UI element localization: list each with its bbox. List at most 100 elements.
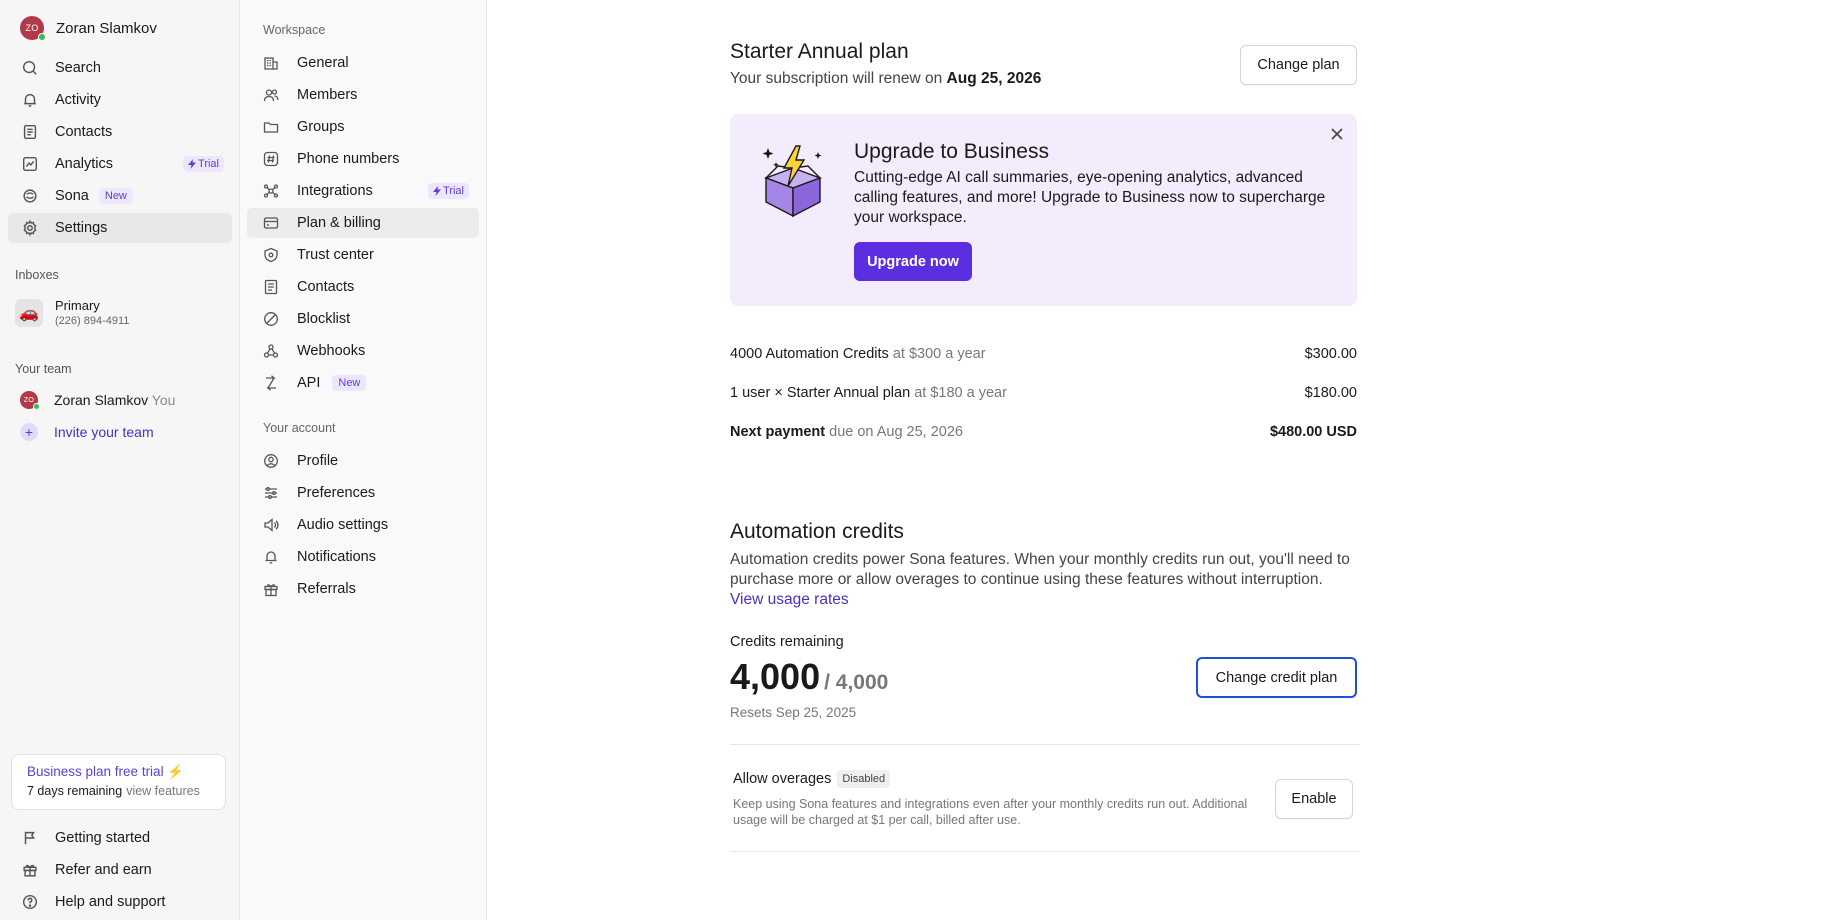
trial-days-remaining: 7 days remaining xyxy=(27,784,123,798)
settings-profile[interactable]: Profile xyxy=(247,446,479,476)
settings-blocklist-label: Blocklist xyxy=(297,311,351,327)
nav-contacts[interactable]: Contacts xyxy=(8,117,232,147)
divider xyxy=(730,744,1359,745)
nav-search[interactable]: Search xyxy=(8,53,232,83)
settings-referrals-label: Referrals xyxy=(297,581,356,597)
settings-general-label: General xyxy=(297,55,349,71)
settings-plan-billing[interactable]: Plan & billing xyxy=(247,208,479,238)
nav-activity[interactable]: Activity xyxy=(8,85,232,115)
settings-members-label: Members xyxy=(297,87,358,103)
settings-phone-numbers[interactable]: Phone numbers xyxy=(247,144,479,174)
team-member[interactable]: ZO Zoran Slamkov You xyxy=(20,391,175,410)
workspace-settings-list: General Members Groups Phone numbers Int… xyxy=(247,48,479,400)
footer-nav: Getting started Refer and earn Help and … xyxy=(8,823,232,919)
settings-webhooks[interactable]: Webhooks xyxy=(247,336,479,366)
credits-remaining-value: 4,000 / 4,000 xyxy=(730,656,888,698)
credits-reset-date: Resets Sep 25, 2025 xyxy=(730,705,857,720)
integrations-icon xyxy=(263,184,279,198)
upgrade-now-button[interactable]: Upgrade now xyxy=(854,242,972,281)
settings-plan-billing-label: Plan & billing xyxy=(297,215,381,231)
settings-general[interactable]: General xyxy=(247,48,479,78)
divider xyxy=(730,851,1359,852)
nav-help[interactable]: Help and support xyxy=(8,887,232,917)
settings-webhooks-label: Webhooks xyxy=(297,343,366,359)
settings-referrals[interactable]: Referrals xyxy=(247,574,479,604)
settings-contacts[interactable]: Contacts xyxy=(247,272,479,302)
gift-box-lightning-icon xyxy=(762,145,823,218)
nav-refer[interactable]: Refer and earn xyxy=(8,855,232,885)
team-member-name: Zoran Slamkov xyxy=(54,392,149,408)
profile-icon xyxy=(264,454,278,468)
close-icon[interactable] xyxy=(1329,126,1345,142)
promo-description: Cutting-edge AI call summaries, eye-open… xyxy=(854,169,1326,226)
line-amount: $300.00 xyxy=(1304,346,1357,362)
user-menu[interactable]: ZO Zoran Slamkov xyxy=(20,16,157,41)
change-credit-plan-button[interactable]: Change credit plan xyxy=(1196,657,1357,698)
line-rate: at $300 a year xyxy=(892,346,986,362)
car-icon: 🚗 xyxy=(15,298,43,327)
block-icon xyxy=(264,312,278,326)
settings-integrations[interactable]: Integrations Trial xyxy=(247,176,479,206)
view-usage-rates-link[interactable]: View usage rates xyxy=(730,591,849,608)
line-label: 4000 Automation Credits xyxy=(730,346,889,362)
settings-contacts-label: Contacts xyxy=(297,279,355,295)
settings-blocklist[interactable]: Blocklist xyxy=(247,304,479,334)
building-icon xyxy=(264,57,278,70)
webhook-icon xyxy=(263,344,279,358)
inbox-primary[interactable]: 🚗 Primary (226) 894-4911 xyxy=(15,298,129,327)
team-label: Your team xyxy=(15,362,72,376)
analytics-icon xyxy=(22,156,38,172)
api-arrows-icon xyxy=(266,375,276,391)
shield-icon xyxy=(264,247,278,263)
settings-members[interactable]: Members xyxy=(247,80,479,110)
invite-team-label: Invite your team xyxy=(54,424,154,440)
sliders-icon xyxy=(265,487,277,499)
promo-title: Upgrade to Business xyxy=(854,140,1049,163)
settings-api[interactable]: API New xyxy=(247,368,479,398)
credit-card-icon xyxy=(263,217,279,229)
app-sidebar: ZO Zoran Slamkov Search Activity Contact… xyxy=(0,0,240,920)
billing-line-plan: 1 user × Starter Annual plan at $180 a y… xyxy=(730,385,1357,401)
gift-icon xyxy=(264,584,278,597)
settings-preferences[interactable]: Preferences xyxy=(247,478,479,508)
settings-sidebar: Workspace General Members Groups Phone n… xyxy=(240,0,487,920)
settings-groups[interactable]: Groups xyxy=(247,112,479,142)
automation-credits-description: Automation credits power Sona features. … xyxy=(730,550,1357,610)
nav-sona[interactable]: Sona New xyxy=(8,181,232,211)
speaker-icon xyxy=(264,518,279,532)
nav-settings[interactable]: Settings xyxy=(8,213,232,243)
view-features-link[interactable]: view features xyxy=(126,784,200,798)
nav-sona-label: Sona xyxy=(55,188,89,204)
inbox-name: Primary xyxy=(55,298,100,313)
automation-credits-title: Automation credits xyxy=(730,520,904,543)
hash-icon xyxy=(263,151,279,167)
credits-remaining-count: 4,000 xyxy=(730,656,821,697)
help-label: Help and support xyxy=(55,894,166,910)
trial-badge-label: Trial xyxy=(443,185,464,197)
next-payment-label: Next payment xyxy=(730,424,826,440)
next-payment-amount: $480.00 USD xyxy=(1269,424,1357,440)
nav-contacts-label: Contacts xyxy=(55,124,113,140)
settings-integrations-label: Integrations xyxy=(297,183,373,199)
renewal-date: Aug 25, 2026 xyxy=(946,70,1042,87)
plus-icon: + xyxy=(20,423,38,441)
help-icon xyxy=(22,894,38,910)
settings-trust-center[interactable]: Trust center xyxy=(247,240,479,270)
settings-notifications[interactable]: Notifications xyxy=(247,542,479,572)
invite-team-button[interactable]: + Invite your team xyxy=(20,423,154,441)
inboxes-label: Inboxes xyxy=(15,268,59,282)
settings-audio[interactable]: Audio settings xyxy=(247,510,479,540)
change-plan-button[interactable]: Change plan xyxy=(1240,45,1357,85)
bell-icon xyxy=(265,551,277,564)
trial-card[interactable]: Business plan free trial ⚡ 7 days remain… xyxy=(11,754,226,810)
nav-settings-label: Settings xyxy=(55,220,108,236)
folder-icon xyxy=(263,122,279,133)
nav-getting-started[interactable]: Getting started xyxy=(8,823,232,853)
overages-description: Keep using Sona features and integration… xyxy=(733,797,1248,827)
enable-overages-button[interactable]: Enable xyxy=(1275,779,1353,819)
credits-remaining-label: Credits remaining xyxy=(730,634,844,650)
users-icon xyxy=(263,89,279,102)
nav-analytics[interactable]: Analytics Trial xyxy=(8,149,232,179)
credits-total: / 4,000 xyxy=(824,671,889,694)
nav-activity-label: Activity xyxy=(55,92,101,108)
